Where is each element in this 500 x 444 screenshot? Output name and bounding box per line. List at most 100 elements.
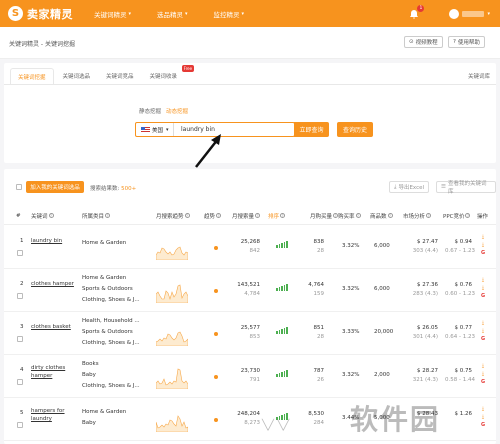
col-ppc[interactable]: PPC竞价? — [443, 212, 471, 220]
purchases: 851 28 — [313, 325, 325, 340]
row-actions: ⤓ ⤓ G — [480, 320, 486, 342]
result-count: 搜索结果数: 500+ — [90, 186, 137, 192]
col-trend[interactable]: 月搜索趋势? — [156, 212, 190, 220]
download-icon[interactable]: ⤓ — [480, 406, 486, 412]
keyword-input[interactable] — [174, 123, 294, 136]
google-icon[interactable]: G — [480, 379, 486, 385]
row-checkbox[interactable] — [17, 293, 23, 299]
help-icon: ? — [465, 213, 471, 218]
app-logo[interactable]: S 卖家精灵 — [8, 6, 84, 22]
category-list: Home & Garden Sports & Outdoors Clothing, … — [82, 275, 140, 303]
rank-bars — [276, 240, 288, 248]
seasonal-dot — [214, 418, 218, 422]
mode-dynamic[interactable]: 动态挖掘 — [166, 107, 188, 115]
trend-sparkline[interactable] — [156, 408, 188, 432]
help-icon: ? — [426, 213, 432, 218]
col-products[interactable]: 商品数? — [370, 212, 393, 220]
trend-sparkline[interactable] — [156, 279, 188, 303]
category-list: Health, Household ... Sports & Outdoors Cl… — [82, 318, 140, 346]
row-index: 2 — [20, 281, 24, 287]
col-purchase-rate[interactable]: 购买率? — [338, 212, 361, 220]
market-analysis[interactable]: $ 28.27 321 (4.3) — [408, 367, 438, 385]
help-icon: ? — [48, 213, 54, 218]
tab-keyword-mining[interactable]: 关键词挖掘 — [10, 68, 54, 85]
col-seasonal[interactable]: 趋势? — [204, 212, 222, 220]
market-analysis[interactable]: $ 27.36 283 (4.3) — [408, 281, 438, 299]
chart-icon[interactable]: ⤓ — [480, 414, 486, 420]
trend-sparkline[interactable] — [156, 322, 188, 346]
keyword-library-link[interactable]: 关键词库 — [468, 72, 490, 80]
download-icon[interactable]: ⤓ — [480, 234, 486, 240]
chevron-down-icon: ▾ — [185, 10, 188, 17]
nav-keyword-tool[interactable]: 关键词精灵 ▾ — [94, 9, 131, 19]
purchase-rate: 3.33% — [342, 329, 360, 335]
help-icon: ? — [105, 213, 111, 218]
tab-bar: 关键词挖掘 关键词选品 关键词竞品 关键词收录 Free — [10, 65, 195, 85]
trend-sparkline[interactable] — [156, 365, 188, 389]
top-navbar: S 卖家精灵 关键词精灵 ▾ 选品精灵 ▾ 监控精灵 ▾ 1 ▾ — [0, 0, 500, 27]
nav-product-tool[interactable]: 选品精灵 ▾ — [157, 9, 188, 19]
google-icon[interactable]: G — [480, 422, 486, 428]
google-icon[interactable]: G — [480, 293, 486, 299]
tab-keyword-products[interactable]: 关键词选品 — [56, 68, 98, 85]
col-keyword[interactable]: 关键词? — [31, 212, 54, 220]
query-button[interactable]: 立即查询 — [294, 122, 329, 137]
chart-icon[interactable]: ⤓ — [480, 328, 486, 334]
trend-sparkline[interactable] — [156, 236, 188, 260]
bell-icon[interactable]: 1 — [409, 4, 425, 19]
col-purchases[interactable]: 月购买量? — [310, 212, 339, 220]
avatar[interactable] — [449, 8, 460, 19]
col-search-volume[interactable]: 月搜索量? — [232, 212, 261, 220]
country-select[interactable]: 美国 ▾ — [136, 123, 174, 136]
row-checkbox[interactable] — [17, 250, 23, 256]
keyword-link[interactable]: clothes basket — [31, 323, 71, 331]
market-analysis[interactable]: $ 27.47 303 (4.4) — [408, 238, 438, 256]
main-nav: 关键词精灵 ▾ 选品精灵 ▾ 监控精灵 ▾ — [94, 9, 270, 19]
select-all-checkbox[interactable] — [16, 184, 22, 190]
keyword-link[interactable]: clothes hamper — [31, 280, 74, 288]
col-market[interactable]: 市场分析? — [403, 212, 432, 220]
download-icon[interactable]: ⤓ — [480, 363, 486, 369]
row-index: 5 — [20, 410, 24, 416]
col-category[interactable]: 所属类目? — [82, 212, 111, 220]
export-excel-button[interactable]: ⤓ 导出Excel — [389, 181, 430, 193]
breadcrumb: 关键词精灵 - 关键词挖掘 — [9, 41, 75, 48]
chevron-down-icon: ▾ — [166, 126, 169, 133]
mode-static[interactable]: 静态挖掘 — [139, 107, 161, 115]
results-toolbar: 加入我的关键词选品 搜索结果数: 500+ ⤓ 导出Excel ☰ 查看我的关键词库 — [4, 169, 496, 195]
market-analysis[interactable]: $ 26.05 301 (4.4) — [408, 324, 438, 342]
google-icon[interactable]: G — [480, 336, 486, 342]
row-checkbox[interactable] — [17, 379, 23, 385]
chart-icon[interactable]: ⤓ — [480, 285, 486, 291]
help-icon: ? — [216, 213, 222, 218]
nav-monitor-tool[interactable]: 监控精灵 ▾ — [214, 9, 245, 19]
row-checkbox[interactable] — [17, 336, 23, 342]
download-icon[interactable]: ⤓ — [480, 277, 486, 283]
table-row: 3 clothes basket Health, Household ... Spor… — [4, 312, 496, 355]
query-history-button[interactable]: 查询历史 — [337, 122, 373, 137]
chart-icon[interactable]: ⤓ — [480, 242, 486, 248]
tab-keyword-competitors[interactable]: 关键词竞品 — [99, 68, 141, 85]
username-redacted[interactable] — [462, 10, 485, 17]
row-actions: ⤓ ⤓ G — [480, 363, 486, 385]
row-actions: ⤓ ⤓ G — [480, 277, 486, 299]
tab-keyword-indexing[interactable]: 关键词收录 Free — [143, 65, 195, 85]
video-tutorial-button[interactable]: ⊙ 视频教程 — [404, 36, 443, 48]
rank-bars — [276, 283, 288, 291]
seasonal-dot — [214, 332, 218, 336]
help-button[interactable]: ? 使用帮助 — [448, 36, 485, 48]
trend-area — [156, 246, 188, 260]
col-rank[interactable]: 排序? — [268, 212, 286, 220]
google-icon[interactable]: G — [480, 250, 486, 256]
keyword-link[interactable]: hampers for laundry — [31, 407, 65, 423]
chart-icon[interactable]: ⤓ — [480, 371, 486, 377]
download-icon[interactable]: ⤓ — [480, 320, 486, 326]
chevron-down-icon[interactable]: ▾ — [487, 11, 490, 17]
row-checkbox[interactable] — [17, 422, 23, 428]
add-to-my-keywords-button[interactable]: 加入我的关键词选品 — [26, 181, 84, 193]
search-volume: 25,268 842 — [240, 239, 260, 254]
seasonal-dot — [214, 246, 218, 250]
my-keywords-button[interactable]: ☰ 查看我的关键词库 — [436, 181, 496, 195]
keyword-link[interactable]: dirty clothes hamper — [31, 364, 65, 380]
keyword-link[interactable]: laundry bin — [31, 237, 62, 245]
